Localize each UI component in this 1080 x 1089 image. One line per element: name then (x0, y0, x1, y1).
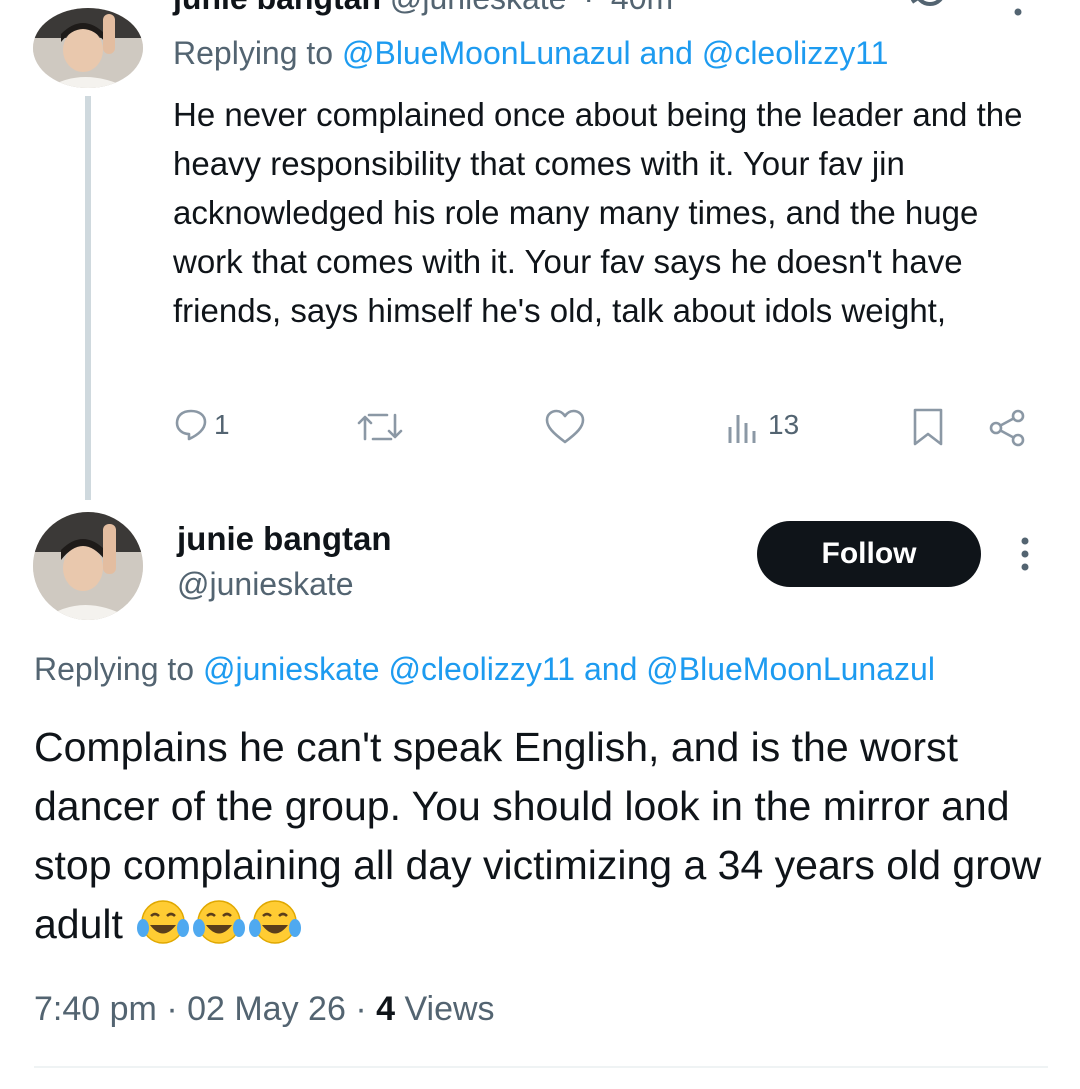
reply-count: 1 (214, 409, 230, 440)
mention-link[interactable]: @BlueMoonLunazul (342, 35, 631, 71)
emoji-group (134, 900, 302, 947)
tweet-date[interactable]: 02 May 26 (187, 990, 346, 1028)
author-handle[interactable]: @junieskate (177, 566, 354, 603)
tweet-text: He never complained once about being the… (173, 96, 1023, 329)
avatar-top[interactable] (33, 8, 143, 88)
replying-and: and (639, 35, 693, 71)
share-icon[interactable] (988, 409, 1026, 452)
author-name[interactable]: junie bangtan (177, 520, 392, 558)
follow-button[interactable]: Follow (757, 521, 981, 587)
replying-prefix: Replying to (34, 651, 195, 687)
avatar-main[interactable] (33, 512, 143, 620)
author-handle[interactable]: @junieskate (390, 0, 567, 16)
tweet-time[interactable]: 40m (611, 0, 673, 16)
meta-separator: · (166, 990, 178, 1028)
replying-and: and (583, 651, 638, 687)
replying-to-line: Replying to @junieskate @cleolizzy11 and… (34, 651, 935, 688)
retweet-icon[interactable] (357, 411, 403, 448)
views-count: 13 (768, 409, 800, 440)
tweet-actions: 1 13 (0, 405, 1080, 449)
top-tweet-header: junie bangtan @junieskate · 40m (173, 0, 673, 17)
tweet-time[interactable]: 7:40 pm (34, 990, 157, 1028)
author-name[interactable]: junie bangtan (173, 0, 381, 16)
meta-separator: · (355, 990, 367, 1028)
replying-prefix: Replying to (173, 35, 334, 71)
bookmark-icon[interactable] (912, 407, 944, 452)
grok-icon[interactable] (908, 0, 954, 23)
replying-to-line: Replying to @BlueMoonLunazul and @cleoli… (173, 35, 888, 72)
mention-link[interactable]: @BlueMoonLunazul (646, 651, 935, 687)
divider (34, 1066, 1048, 1068)
mention-link[interactable]: @junieskate (203, 651, 380, 687)
mention-link[interactable]: @cleolizzy11 (702, 35, 889, 71)
reply-icon[interactable] (174, 407, 208, 446)
like-icon[interactable] (545, 409, 585, 450)
mention-link[interactable]: @cleolizzy11 (388, 651, 575, 687)
more-options-icon[interactable] (1015, 537, 1035, 578)
more-options-icon[interactable] (1008, 0, 1028, 25)
tears-of-joy-emoji-icon (193, 900, 246, 944)
views-label[interactable]: Views (404, 990, 494, 1028)
tweet-meta: 7:40 pm · 02 May 26 · 4 Views (34, 990, 495, 1029)
header-separator: · (583, 0, 594, 16)
views-icon[interactable] (727, 409, 761, 448)
tweet-text-container: Complains he can't speak English, and is… (34, 718, 1064, 954)
tears-of-joy-emoji-icon (137, 900, 190, 944)
views-count: 4 (376, 990, 396, 1028)
tears-of-joy-emoji-icon (249, 900, 302, 944)
